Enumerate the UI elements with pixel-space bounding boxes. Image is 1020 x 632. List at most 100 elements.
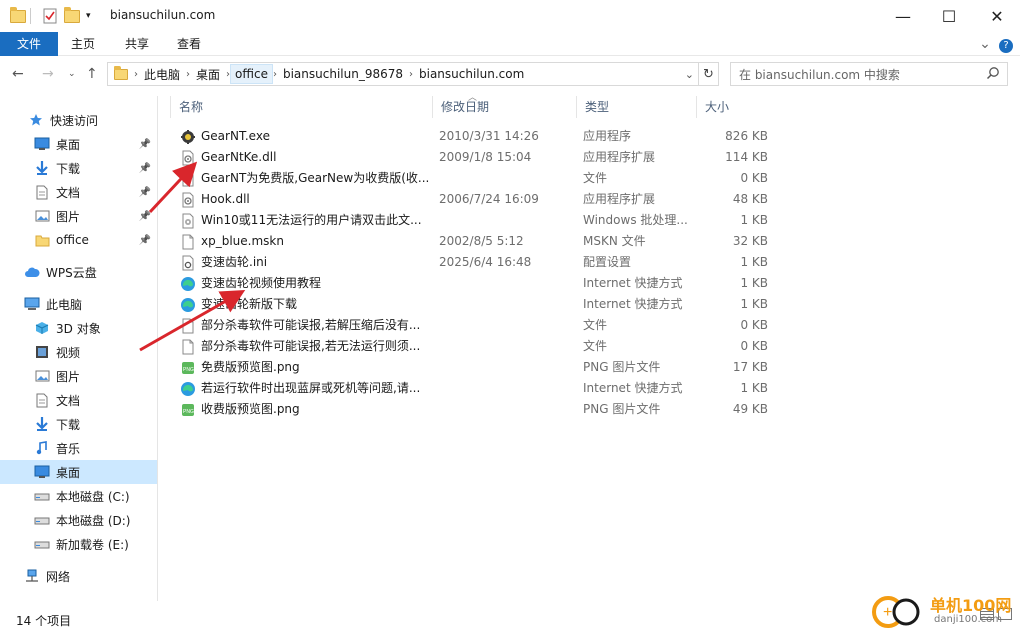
navigation-pane: 快速访问 桌面 📌 下载 📌 文档 📌 图片 📌 office 📌 WPS云盘 此电脑 3D 对象 视频 图片… bbox=[0, 96, 158, 601]
refresh-button[interactable]: ↻ bbox=[699, 62, 719, 86]
file-name: GearNT为免费版,GearNew为收费版(收... bbox=[201, 171, 430, 185]
sidebar-item[interactable]: 图片 📌 bbox=[0, 204, 157, 228]
column-date[interactable]: 修改日期 bbox=[432, 96, 576, 118]
sidebar-item[interactable]: 视频 bbox=[0, 340, 157, 364]
file-name: 变速齿轮新版下载 bbox=[201, 297, 298, 311]
pin-icon[interactable]: 📌 bbox=[139, 187, 151, 198]
sidebar-item-label: 下载 bbox=[56, 161, 81, 176]
file-date: 2009/1/8 15:04 bbox=[439, 150, 532, 164]
help-icon[interactable]: ? bbox=[998, 32, 1014, 56]
sidebar-item[interactable]: 3D 对象 bbox=[0, 316, 157, 340]
sidebar-item-label: 网络 bbox=[46, 569, 71, 584]
chevron-down-icon[interactable]: ⌄ bbox=[685, 68, 694, 81]
file-icon bbox=[180, 318, 196, 334]
file-row[interactable]: 变速齿轮新版下载 Internet 快捷方式 1 KB bbox=[170, 294, 780, 315]
properties-icon[interactable] bbox=[42, 7, 58, 25]
file-type: 文件 bbox=[583, 171, 608, 185]
breadcrumb-item[interactable]: 桌面 bbox=[190, 66, 226, 83]
file-type: Internet 快捷方式 bbox=[583, 381, 683, 395]
file-icon bbox=[180, 234, 196, 250]
breadcrumb-item[interactable]: biansuchilun.com bbox=[413, 67, 530, 81]
search-icon[interactable] bbox=[986, 66, 1000, 83]
sidebar-item[interactable]: office 📌 bbox=[0, 228, 157, 252]
ribbon-expand-icon[interactable]: ⌄ bbox=[978, 32, 992, 56]
file-name: 变速齿轮.ini bbox=[201, 255, 268, 269]
sidebar-item[interactable]: 图片 bbox=[0, 364, 157, 388]
sidebar-item[interactable]: 本地磁盘 (C:) bbox=[0, 484, 157, 508]
file-row[interactable]: GearNtKe.dll 2009/1/8 15:04 应用程序扩展 114 KB bbox=[170, 147, 780, 168]
sidebar-item[interactable]: 音乐 bbox=[0, 436, 157, 460]
desktop-icon bbox=[34, 136, 50, 152]
recent-locations-icon[interactable]: ⌄ bbox=[68, 69, 76, 79]
file-row[interactable]: 变速齿轮视频使用教程 Internet 快捷方式 1 KB bbox=[170, 273, 780, 294]
file-row[interactable]: 部分杀毒软件可能误报,若解压缩后没有... 文件 0 KB bbox=[170, 315, 780, 336]
window-title: biansuchilun.com bbox=[110, 8, 216, 22]
close-button[interactable]: ✕ bbox=[974, 0, 1020, 32]
network-icon bbox=[24, 568, 40, 584]
column-name[interactable]: 名称 bbox=[170, 96, 432, 118]
sidebar-item[interactable]: 下载 📌 bbox=[0, 156, 157, 180]
forward-arrow-icon[interactable]: → bbox=[42, 66, 54, 82]
pin-icon[interactable]: 📌 bbox=[139, 163, 151, 174]
file-row[interactable]: 若运行软件时出现蓝屏或死机等问题,请... Internet 快捷方式 1 KB bbox=[170, 378, 780, 399]
file-row[interactable]: PNG 免费版预览图.png PNG 图片文件 17 KB bbox=[170, 357, 780, 378]
sidebar-item[interactable]: 本地磁盘 (D:) bbox=[0, 508, 157, 532]
maximize-button[interactable]: ☐ bbox=[926, 0, 972, 32]
back-arrow-icon[interactable]: ← bbox=[12, 66, 24, 82]
sidebar-item[interactable]: 网络 bbox=[0, 564, 157, 588]
sidebar-item-label: 新加载卷 (E:) bbox=[56, 537, 129, 552]
tab-file[interactable]: 文件 bbox=[0, 32, 58, 56]
pin-icon[interactable]: 📌 bbox=[139, 235, 151, 246]
file-date bbox=[439, 378, 579, 399]
file-row[interactable]: Win10或11无法运行的用户请双击此文... Windows 批处理... 1 K… bbox=[170, 210, 780, 231]
file-row[interactable]: 部分杀毒软件可能误报,若无法运行则须... 文件 0 KB bbox=[170, 336, 780, 357]
minimize-button[interactable]: — bbox=[880, 0, 926, 32]
file-row[interactable]: Hook.dll 2006/7/24 16:09 应用程序扩展 48 KB bbox=[170, 189, 780, 210]
file-type: 文件 bbox=[583, 318, 608, 332]
sidebar-item[interactable]: 新加载卷 (E:) bbox=[0, 532, 157, 556]
drive-icon bbox=[34, 536, 50, 552]
download-icon bbox=[34, 416, 50, 432]
breadcrumb-item[interactable]: office bbox=[230, 64, 273, 84]
site-watermark: + 单机100网 danji100.com bbox=[870, 590, 1020, 632]
new-folder-icon[interactable] bbox=[64, 6, 80, 25]
png-icon: PNG bbox=[180, 360, 196, 376]
file-name: 变速齿轮视频使用教程 bbox=[201, 276, 322, 290]
watermark-logo-icon: + bbox=[872, 596, 920, 628]
file-size: 0 KB bbox=[740, 318, 768, 332]
sidebar-item[interactable]: 下载 bbox=[0, 412, 157, 436]
file-row[interactable]: GearNT为免费版,GearNew为收费版(收... 文件 0 KB bbox=[170, 168, 780, 189]
sidebar-item[interactable]: 文档 bbox=[0, 388, 157, 412]
sidebar-item[interactable]: WPS云盘 bbox=[0, 260, 157, 284]
sidebar-item[interactable]: 桌面 📌 bbox=[0, 132, 157, 156]
file-type: Internet 快捷方式 bbox=[583, 276, 683, 290]
file-date: 2025/6/4 16:48 bbox=[439, 255, 532, 269]
breadcrumb-item[interactable]: biansuchilun_98678 bbox=[277, 67, 409, 81]
file-date bbox=[439, 210, 579, 231]
column-type[interactable]: 类型 bbox=[576, 96, 696, 118]
search-input[interactable]: 在 biansuchilun.com 中搜索 bbox=[730, 62, 1008, 86]
pin-icon[interactable]: 📌 bbox=[139, 139, 151, 150]
column-size[interactable]: 大小 bbox=[696, 96, 776, 118]
pin-icon[interactable]: 📌 bbox=[139, 211, 151, 222]
address-bar[interactable]: › 此电脑 › 桌面 › office › biansuchilun_98678… bbox=[107, 62, 699, 86]
sidebar-item[interactable]: 文档 📌 bbox=[0, 180, 157, 204]
file-row[interactable]: xp_blue.mskn 2002/8/5 5:12 MSKN 文件 32 KB bbox=[170, 231, 780, 252]
up-arrow-icon[interactable]: ↑ bbox=[86, 66, 98, 82]
file-row[interactable]: 变速齿轮.ini 2025/6/4 16:48 配置设置 1 KB bbox=[170, 252, 780, 273]
navigation-bar: ← → ⌄ ↑ › 此电脑 › 桌面 › office › biansuchil… bbox=[0, 58, 1020, 90]
toolbar-divider bbox=[30, 8, 31, 24]
breadcrumb-item[interactable]: 此电脑 bbox=[138, 66, 186, 83]
sidebar-item[interactable]: 桌面 bbox=[0, 460, 157, 484]
tab-view[interactable]: 查看 bbox=[168, 32, 210, 56]
sidebar-item[interactable]: 快速访问 bbox=[0, 108, 157, 132]
drive-icon bbox=[34, 488, 50, 504]
file-row[interactable]: PNG 收费版预览图.png PNG 图片文件 49 KB bbox=[170, 399, 780, 420]
item-count: 14 个项目 bbox=[16, 614, 72, 628]
sidebar-item[interactable]: 此电脑 bbox=[0, 292, 157, 316]
tab-share[interactable]: 共享 bbox=[116, 32, 158, 56]
customize-toolbar-icon[interactable]: ▾ bbox=[86, 7, 91, 25]
file-name-cell: 部分杀毒软件可能误报,若无法运行则须... bbox=[180, 336, 432, 357]
tab-home[interactable]: 主页 bbox=[62, 32, 104, 56]
file-row[interactable]: GearNT.exe 2010/3/31 14:26 应用程序 826 KB bbox=[170, 126, 780, 147]
